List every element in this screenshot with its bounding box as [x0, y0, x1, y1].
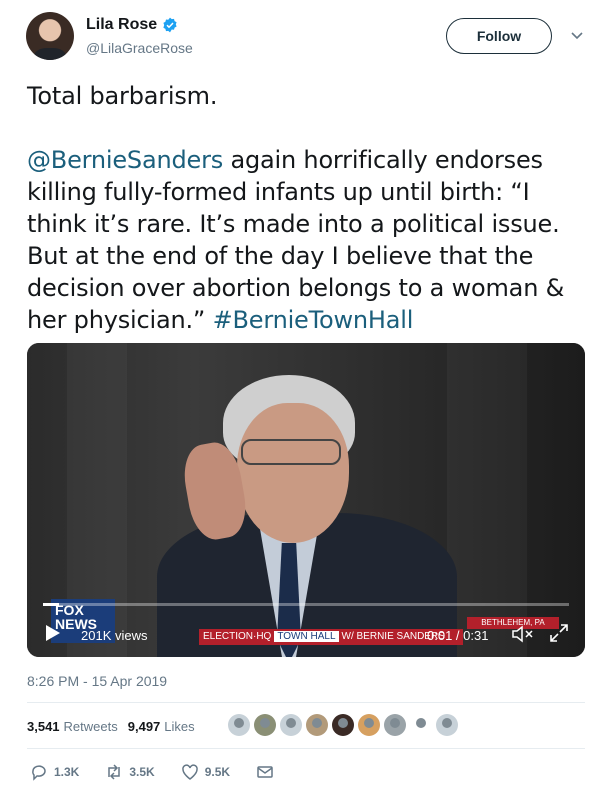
like-action[interactable]: 9.5K [181, 763, 230, 781]
verified-badge-icon [163, 17, 177, 33]
tweet-stats: 3,541 Retweets 9,497 Likes [27, 716, 205, 736]
liker-avatars [228, 714, 458, 736]
tweet-text: Total barbarism. @BernieSanders again ho… [27, 80, 592, 336]
liker-avatar[interactable] [228, 714, 250, 736]
reply-action[interactable]: 1.3K [30, 763, 79, 781]
speaker-glasses [241, 439, 341, 465]
divider [27, 702, 585, 703]
tweet-line-1: Total barbarism. [27, 82, 218, 110]
tweet-body-paragraph: @BernieSanders again horrifically endors… [27, 144, 592, 336]
liker-avatar[interactable] [384, 714, 406, 736]
reply-count: 1.3K [54, 765, 80, 779]
video-time: 0:01 / 0:31 [427, 628, 489, 643]
liker-avatar[interactable] [280, 714, 302, 736]
tweet-actions: 1.3K 3.5K 9.5K [30, 763, 300, 781]
liker-avatar[interactable] [358, 714, 380, 736]
lower-third-banner: ELECTION·HQ TOWN HALL W/ BERNIE SANDERS [199, 629, 463, 645]
retweets-label: Retweets [63, 718, 118, 734]
banner-townhall: TOWN HALL [274, 631, 339, 642]
author-name[interactable]: Lila Rose [86, 16, 157, 34]
video-player[interactable]: FOX NEWS ELECTION·HQ TOWN HALL W/ BERNIE S… [27, 343, 585, 657]
liker-avatar[interactable] [332, 714, 354, 736]
retweet-action[interactable]: 3.5K [105, 763, 155, 781]
divider [27, 748, 585, 749]
studio-panel [447, 343, 527, 657]
mention-link[interactable]: @BernieSanders [27, 146, 223, 174]
retweet-count: 3.5K [129, 765, 155, 779]
likes-count: 9,497 [127, 718, 161, 734]
video-progress-fill [43, 603, 59, 606]
liker-avatar[interactable] [306, 714, 328, 736]
direct-message-action[interactable] [256, 763, 274, 781]
likes-stat[interactable]: 9,497 Likes [128, 719, 195, 734]
liker-avatar[interactable] [254, 714, 276, 736]
envelope-icon [257, 766, 273, 778]
play-icon[interactable] [45, 624, 61, 642]
retweets-count: 3,541 [27, 718, 60, 734]
author-name-row[interactable]: Lila Rose [86, 16, 178, 34]
video-views: 201K views [81, 628, 148, 643]
fullscreen-icon[interactable] [549, 623, 569, 643]
follow-button[interactable]: Follow [446, 18, 552, 54]
heart-icon [181, 764, 198, 780]
chevron-down-icon[interactable] [570, 28, 584, 42]
retweets-stat[interactable]: 3,541 Retweets [27, 719, 118, 734]
tweet-header: Lila Rose @LilaGraceRose Follow [26, 12, 596, 64]
retweet-icon [108, 764, 121, 780]
reply-icon [32, 765, 46, 781]
video-progress-bar[interactable] [43, 603, 569, 606]
author-avatar[interactable] [26, 12, 74, 60]
liker-avatar[interactable] [436, 714, 458, 736]
liker-avatar[interactable] [410, 714, 432, 736]
hashtag-link[interactable]: #BernieTownHall [213, 306, 414, 334]
banner-election: ELECTION·HQ [203, 631, 272, 642]
like-count: 9.5K [204, 765, 231, 779]
likes-label: Likes [164, 718, 195, 734]
author-handle[interactable]: @LilaGraceRose [86, 40, 193, 56]
speaker-face [237, 403, 349, 543]
mute-icon[interactable] [511, 625, 535, 643]
tweet-timestamp[interactable]: 8:26 PM - 15 Apr 2019 [27, 673, 167, 689]
